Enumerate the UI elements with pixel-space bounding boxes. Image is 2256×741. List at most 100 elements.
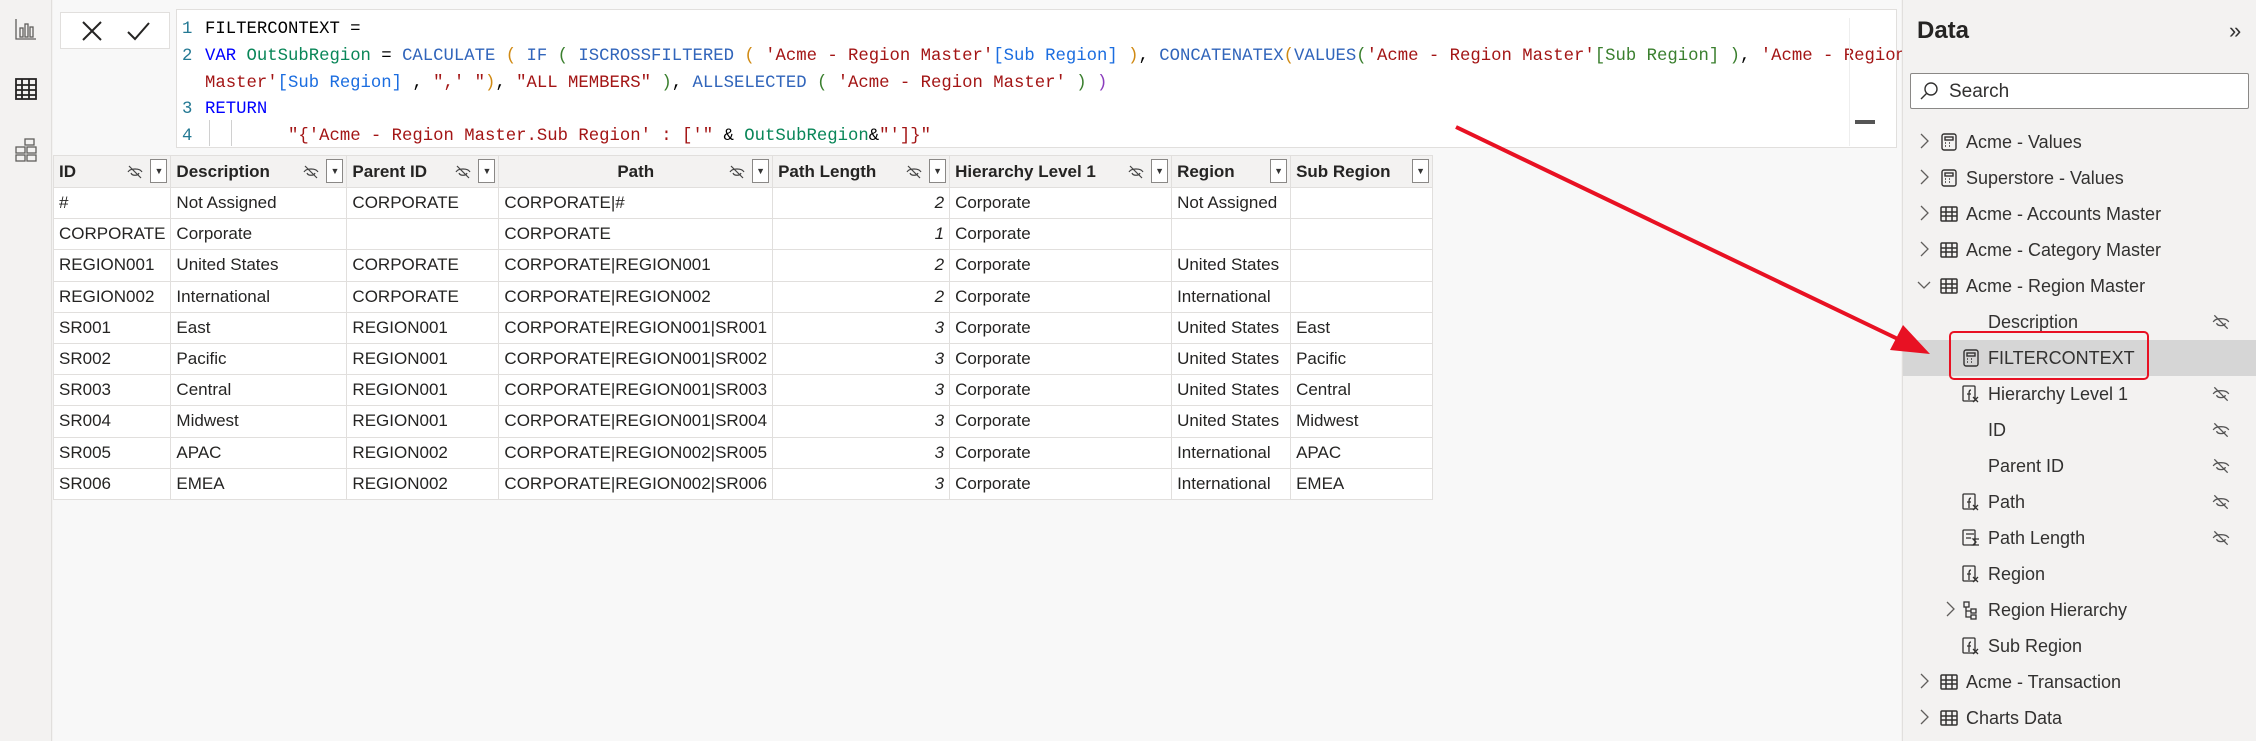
table-cell[interactable]: Pacific [1290,342,1434,376]
column-header[interactable]: Region ▼ [1171,155,1292,188]
filter-dropdown-button[interactable]: ▼ [1270,159,1288,183]
table-cell[interactable]: REGION002 [346,467,500,500]
table-cell[interactable]: 3 [772,374,951,407]
chevron-right-icon[interactable] [1917,204,1931,222]
field-list-item[interactable]: Path [1903,484,2256,520]
table-cell[interactable]: 3 [772,467,951,500]
hidden-eye-icon[interactable] [2211,384,2231,404]
field-list-item[interactable]: Acme - Region Master [1903,268,2256,304]
filter-dropdown-button[interactable]: ▼ [150,159,168,183]
table-cell[interactable]: SR005 [52,436,172,469]
table-cell[interactable]: United States [1171,405,1292,438]
table-cell[interactable]: International [170,280,348,313]
table-cell[interactable]: Corporate [949,374,1173,407]
table-cell[interactable]: Central [170,374,348,407]
chevron-right-icon[interactable] [1917,132,1931,150]
table-cell[interactable]: REGION002 [346,436,500,469]
table-cell[interactable]: 3 [772,342,951,376]
table-cell[interactable]: EMEA [1290,467,1434,500]
cancel-icon[interactable] [79,18,105,44]
table-cell[interactable]: # [52,186,172,220]
table-cell[interactable]: EMEA [170,467,348,500]
table-cell[interactable]: CORPORATE|REGION001|SR003 [498,374,774,407]
dax-formula-editor[interactable]: 1 FILTERCONTEXT = 2 VAR OutSubRegion = CALC… [176,9,1949,148]
table-cell[interactable]: United States [1171,374,1292,407]
table-cell[interactable]: SR006 [52,467,172,500]
table-cell[interactable]: East [1290,311,1434,344]
hidden-eye-icon[interactable] [2211,420,2231,440]
table-cell[interactable]: CORPORATE|REGION001|SR002 [498,342,774,376]
chevron-right-icon[interactable] [1917,240,1931,258]
table-cell[interactable]: SR002 [52,342,172,376]
table-cell[interactable]: Central [1290,374,1434,407]
table-cell[interactable]: International [1171,280,1292,313]
table-cell[interactable]: CORPORATE|# [498,186,774,220]
field-list-item[interactable]: Region Hierarchy [1903,592,2256,628]
field-list-item[interactable]: Hierarchy Level 1 [1903,376,2256,412]
model-view-icon[interactable] [13,137,39,163]
table-cell[interactable]: Midwest [170,405,348,438]
table-cell[interactable]: CORPORATE [346,280,500,313]
column-header[interactable]: Path Length ▼ [772,155,951,188]
table-cell[interactable] [1171,218,1292,251]
table-cell[interactable]: REGION001 [346,311,500,344]
filter-dropdown-button[interactable]: ▼ [478,159,496,183]
filter-dropdown-button[interactable]: ▼ [1412,159,1430,183]
table-cell[interactable]: Corporate [949,218,1173,251]
chevron-right-icon[interactable] [1917,708,1931,726]
field-list-item[interactable]: Acme - Accounts Master [1903,196,2256,232]
table-cell[interactable]: Corporate [949,342,1173,376]
chevron-down-icon[interactable] [1917,276,1931,294]
chevron-right-icon[interactable] [1917,168,1931,186]
table-cell[interactable]: 3 [772,436,951,469]
field-list-item[interactable]: ID [1903,412,2256,448]
hidden-eye-icon[interactable] [2211,528,2231,548]
table-cell[interactable]: Corporate [949,405,1173,438]
table-cell[interactable]: 2 [772,186,951,220]
table-cell[interactable]: CORPORATE|REGION002 [498,280,774,313]
table-cell[interactable]: REGION001 [346,374,500,407]
table-cell[interactable]: Not Assigned [1171,186,1292,220]
table-cell[interactable]: REGION001 [346,342,500,376]
table-cell[interactable] [1290,249,1434,282]
field-list-item[interactable]: Sub Region [1903,628,2256,664]
editor-scrollbar[interactable] [1849,18,1850,146]
table-cell[interactable] [1290,280,1434,313]
table-cell[interactable]: Corporate [949,311,1173,344]
field-list-item[interactable]: Acme - Transaction [1903,664,2256,700]
table-cell[interactable]: Corporate [949,436,1173,469]
table-cell[interactable]: APAC [1290,436,1434,469]
table-cell[interactable]: REGION002 [52,280,172,313]
field-list-item[interactable]: Acme - Category Master [1903,232,2256,268]
hidden-eye-icon[interactable] [2211,492,2231,512]
field-list-item[interactable]: Acme - Values [1903,124,2256,160]
editor-scroll-thumb[interactable] [1855,120,1875,124]
table-cell[interactable]: SR003 [52,374,172,407]
table-cell[interactable]: United States [1171,311,1292,344]
table-cell[interactable] [1290,186,1434,220]
table-cell[interactable]: United States [170,249,348,282]
table-cell[interactable]: CORPORATE|REGION001|SR001 [498,311,774,344]
filter-dropdown-button[interactable]: ▼ [326,159,344,183]
table-cell[interactable]: Midwest [1290,405,1434,438]
table-cell[interactable]: SR004 [52,405,172,438]
table-cell[interactable]: 3 [772,311,951,344]
table-cell[interactable]: CORPORATE|REGION002|SR006 [498,467,774,500]
search-input[interactable]: Search [1910,73,2249,109]
hidden-eye-icon[interactable] [2211,312,2231,332]
table-cell[interactable]: Corporate [949,249,1173,282]
table-cell[interactable]: CORPORATE [52,218,172,251]
table-cell[interactable]: Pacific [170,342,348,376]
field-list-item[interactable]: Superstore - Values [1903,160,2256,196]
column-header[interactable]: Path ▼ [498,155,774,188]
table-cell[interactable]: United States [1171,249,1292,282]
table-cell[interactable]: CORPORATE [346,186,500,220]
table-cell[interactable]: REGION001 [346,405,500,438]
table-cell[interactable]: CORPORATE [346,249,500,282]
column-header[interactable]: Parent ID ▼ [346,155,500,188]
filter-dropdown-button[interactable]: ▼ [929,159,947,183]
table-cell[interactable]: 3 [772,405,951,438]
table-cell[interactable]: 2 [772,280,951,313]
filter-dropdown-button[interactable]: ▼ [1151,159,1169,183]
chevron-right-icon[interactable] [1943,600,1957,618]
